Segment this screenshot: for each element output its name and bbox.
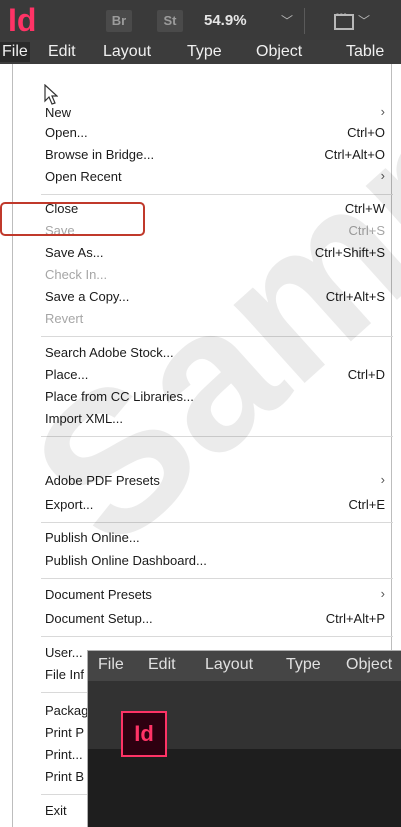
menu-item-shortcut: Ctrl+D <box>347 367 385 382</box>
screen-mode-chevron-down-icon: ﹀ <box>358 14 371 28</box>
menu-item-search-adobe-stock[interactable]: Search Adobe Stock... <box>45 342 385 364</box>
menu-item-import-xml[interactable]: Import XML... <box>45 408 385 430</box>
menu-item-publish-online[interactable]: Publish Online... <box>45 527 385 549</box>
menu-item-label: Place... <box>45 367 89 382</box>
menu-item-label: Document Setup... <box>45 611 153 626</box>
application-bar: Id Br St 54.9% ﹀ ▪▪▪ ﹀ <box>0 0 401 40</box>
menu-item-label: Print P <box>45 725 85 740</box>
menu-item-label: User... <box>45 645 83 660</box>
menu-separator <box>41 436 393 437</box>
menu-file[interactable]: File <box>0 42 30 62</box>
menu-item-revert[interactable]: Revert <box>45 308 385 330</box>
inset-dark-band <box>88 749 401 827</box>
screen-mode-button[interactable]: ▪▪▪ ﹀ <box>334 10 370 32</box>
menu-item-export[interactable]: Export... Ctrl+E <box>45 494 385 516</box>
inset-menu-file[interactable]: File <box>98 656 124 674</box>
menu-item-label: Open... <box>45 125 88 140</box>
menu-item-label: Exit <box>45 803 67 818</box>
menu-item-label: Adobe PDF Presets <box>45 473 160 488</box>
menu-item-label: Revert <box>45 311 84 326</box>
menu-edit[interactable]: Edit <box>48 42 76 62</box>
menu-item-shortcut: Ctrl+O <box>347 125 385 140</box>
menu-item-save-as[interactable]: Save As... Ctrl+Shift+S <box>45 242 385 264</box>
menu-item-document-setup[interactable]: Document Setup... Ctrl+Alt+P <box>45 608 385 630</box>
menu-item-place[interactable]: Place... Ctrl+D <box>45 364 385 386</box>
menu-item-shortcut: Ctrl+W <box>344 201 385 216</box>
menu-item-label: Open Recent <box>45 169 122 184</box>
menu-item-document-presets[interactable]: Document Presets › <box>45 584 385 606</box>
stock-button[interactable]: St <box>157 10 183 32</box>
menu-item-adobe-pdf-presets[interactable]: Adobe PDF Presets › <box>45 470 385 492</box>
menu-item-shortcut: Ctrl+S <box>348 223 385 238</box>
menu-item-label: Export... <box>45 497 94 512</box>
submenu-arrow-icon: › <box>380 472 385 487</box>
menu-layout[interactable]: Layout <box>103 42 151 62</box>
menu-item-check-in[interactable]: Check In... <box>45 264 385 286</box>
menu-item-open-recent[interactable]: Open Recent › <box>45 166 385 188</box>
menu-item-label: Document Presets <box>45 587 152 602</box>
menu-item-label: Publish Online Dashboard... <box>45 553 207 568</box>
menu-item-label: File Inf <box>45 667 85 682</box>
inset-indesign-logo: Id <box>121 711 167 757</box>
menu-separator <box>41 194 393 195</box>
inset-menu-object[interactable]: Object <box>346 656 392 674</box>
close-highlight-box <box>0 202 145 236</box>
menu-item-label: Print B <box>45 769 85 784</box>
menu-separator <box>41 522 393 523</box>
submenu-arrow-icon: › <box>380 586 385 601</box>
menu-item-shortcut: Ctrl+Alt+P <box>325 611 385 626</box>
menu-item-label: Browse in Bridge... <box>45 147 155 162</box>
inset-menu-edit[interactable]: Edit <box>148 656 176 674</box>
menu-item-label: Check In... <box>45 267 108 282</box>
inset-menu-bar: File Edit Layout Type Object <box>88 651 401 681</box>
submenu-arrow-icon: › <box>380 168 385 183</box>
zoom-level[interactable]: 54.9% <box>204 12 247 29</box>
menu-item-place-from-cc-libraries[interactable]: Place from CC Libraries... <box>45 386 385 408</box>
menu-separator <box>41 578 393 579</box>
menu-item-label: Packag <box>45 703 89 718</box>
menu-item-label: Print... <box>45 747 83 762</box>
menu-item-shortcut: Ctrl+Alt+S <box>325 289 385 304</box>
menu-item-label: Save a Copy... <box>45 289 130 304</box>
submenu-arrow-icon: › <box>380 104 385 119</box>
menu-item-open[interactable]: Open... Ctrl+O <box>45 122 385 144</box>
menu-bar: File Edit Layout Type Object Table <box>0 40 401 64</box>
inset-workspace: Id <box>88 681 401 827</box>
menu-item-label: Place from CC Libraries... <box>45 389 194 404</box>
menu-item-browse-in-bridge[interactable]: Browse in Bridge... Ctrl+Alt+O <box>45 144 385 166</box>
menu-object[interactable]: Object <box>256 42 302 62</box>
menu-item-shortcut: Ctrl+Alt+O <box>324 147 385 162</box>
inset-menu-layout[interactable]: Layout <box>205 656 253 674</box>
menu-table[interactable]: Table <box>346 42 384 62</box>
menu-item-label: Save As... <box>45 245 104 260</box>
inset-app-window: File Edit Layout Type Object Id <box>87 650 401 827</box>
menu-item-label: New <box>45 105 72 120</box>
toolbar-divider <box>304 8 305 34</box>
menu-separator <box>41 636 393 637</box>
zoom-chevron-down-icon[interactable]: ﹀ <box>281 12 293 29</box>
menu-item-shortcut: Ctrl+E <box>348 497 385 512</box>
indesign-logo: Id <box>8 2 37 38</box>
menu-separator <box>41 336 393 337</box>
bridge-button[interactable]: Br <box>106 10 132 32</box>
menu-item-new[interactable]: New › <box>45 102 385 124</box>
menu-item-label: Import XML... <box>45 411 124 426</box>
menu-item-label: Publish Online... <box>45 530 140 545</box>
screen-mode-frame-icon <box>334 14 354 30</box>
menu-type[interactable]: Type <box>187 42 222 62</box>
menu-item-label: Search Adobe Stock... <box>45 345 174 360</box>
menu-item-publish-online-dashboard[interactable]: Publish Online Dashboard... <box>45 550 385 572</box>
inset-menu-type[interactable]: Type <box>286 656 321 674</box>
mouse-cursor-icon <box>44 84 58 105</box>
menu-item-shortcut: Ctrl+Shift+S <box>314 245 385 260</box>
menu-item-save-a-copy[interactable]: Save a Copy... Ctrl+Alt+S <box>45 286 385 308</box>
